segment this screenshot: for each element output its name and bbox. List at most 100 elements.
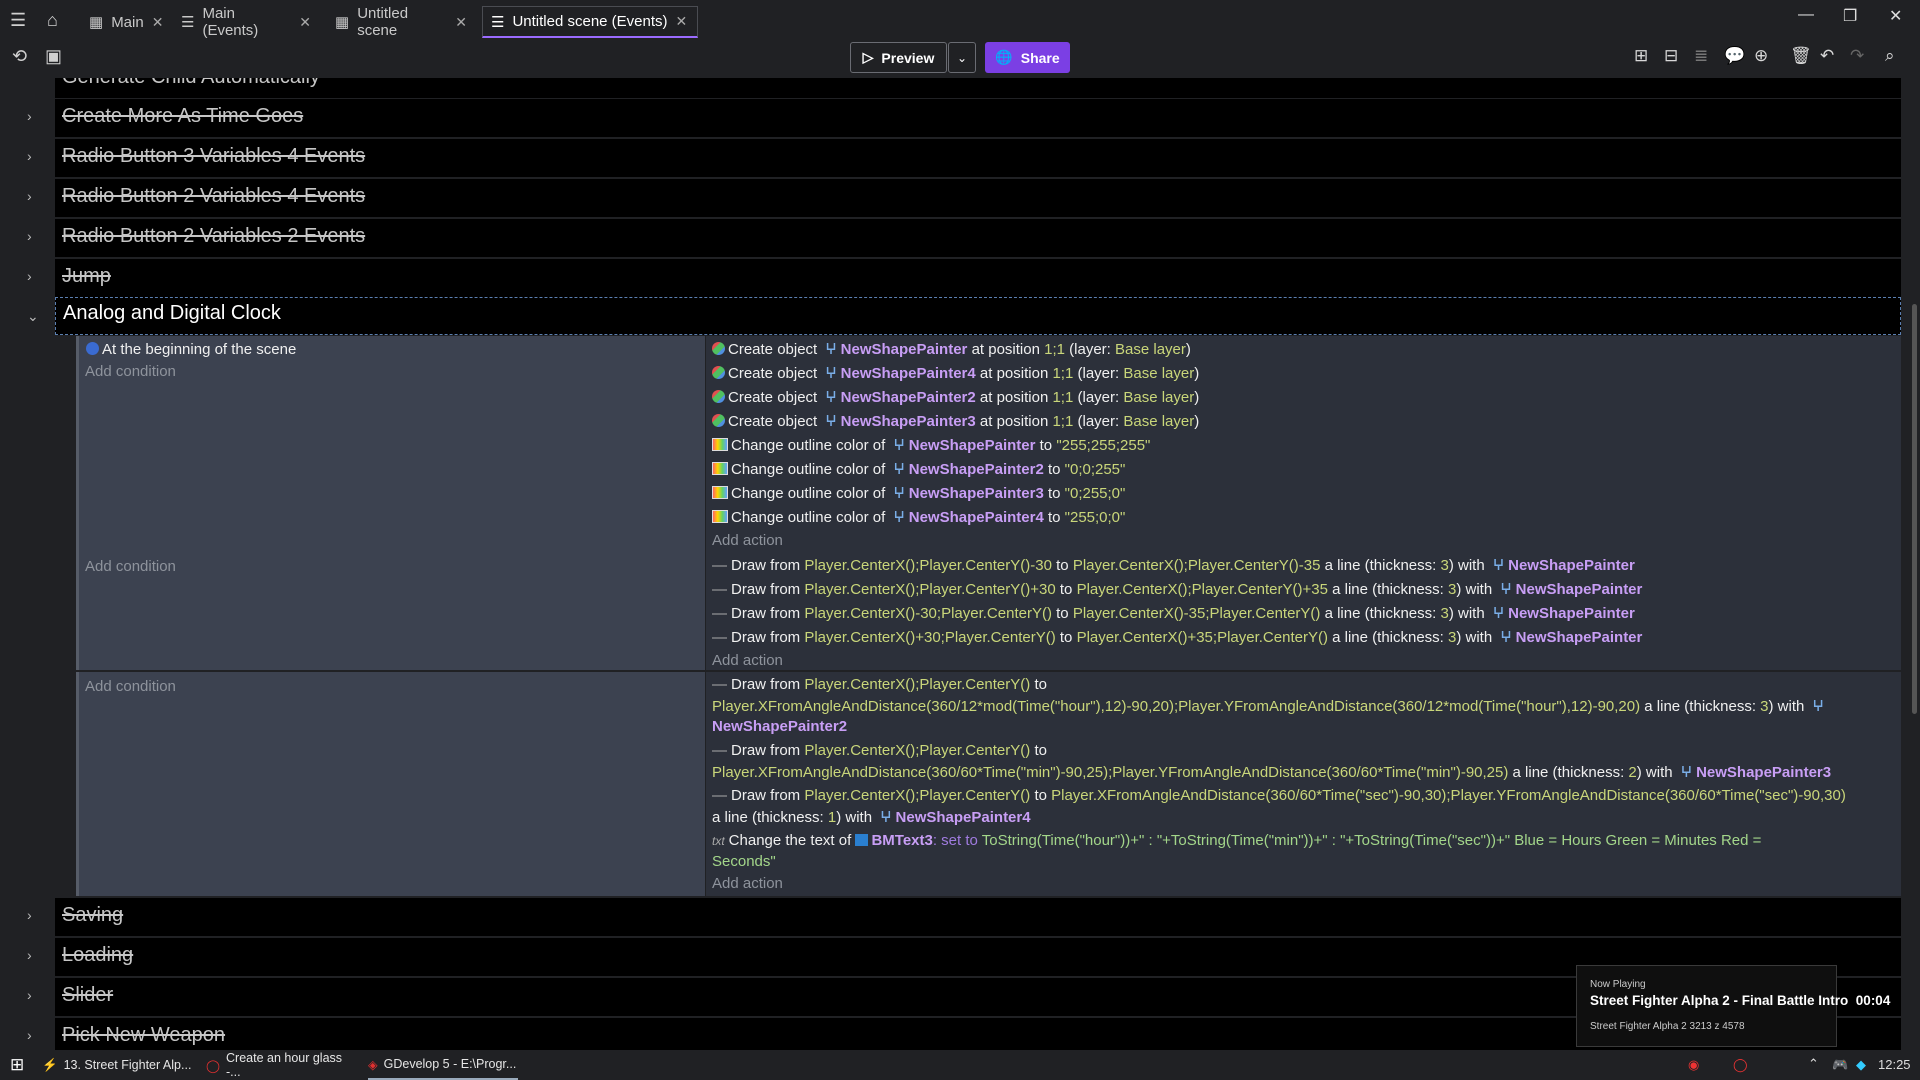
undo-icon[interactable]: ↶ [1820, 46, 1834, 66]
close-tab-icon[interactable]: ✕ [299, 14, 311, 31]
action-line[interactable]: Change outline color of ⵖ NewShapePainter… [712, 436, 1150, 454]
home-icon[interactable]: ⌂ [47, 10, 58, 31]
close-tab-icon[interactable]: ✕ [455, 14, 467, 31]
taskbar-app[interactable]: ⚡ 13. Street Fighter Alp... [42, 1050, 194, 1080]
hamburger-menu-icon[interactable]: ☰ [10, 10, 26, 31]
taskbar: ⊞ ⚡ 13. Street Fighter Alp... ◯ Create an … [0, 1050, 1920, 1080]
action-line[interactable]: Create object ⵖ NewShapePainter at positi… [712, 340, 1191, 358]
chevron-right-icon[interactable]: › [27, 987, 32, 1003]
chevron-right-icon[interactable]: › [27, 268, 32, 284]
redo-icon[interactable]: ↷ [1850, 46, 1864, 66]
event-group-open[interactable]: Analog and Digital Clock [55, 297, 1901, 335]
history-icon[interactable]: ⟲ [12, 46, 27, 67]
taskbar-app-active[interactable]: ◈ GDevelop 5 - E:\Progr... [368, 1050, 518, 1080]
action-line[interactable]: — Draw from Player.CenterX();Player.Cente… [712, 580, 1642, 598]
chevron-right-icon[interactable]: › [27, 228, 32, 244]
tab-untitled-scene-events[interactable]: ☰ Untitled scene (Events) ✕ [482, 6, 698, 38]
add-action-link[interactable]: Add action [712, 875, 783, 892]
comment-icon[interactable]: 💬 [1724, 46, 1745, 66]
action-line[interactable]: Create object ⵖ NewShapePainter4 at posit… [712, 364, 1199, 382]
search-icon[interactable]: ⌕ [1885, 46, 1895, 66]
action-line[interactable]: Create object ⵖ NewShapePainter3 at posit… [712, 412, 1199, 430]
shape-painter-icon: ⵖ [1812, 698, 1824, 715]
event-group[interactable]: Radio Button 3 Variables 4 Events [55, 139, 1901, 177]
action-line-cont[interactable]: Seconds" [712, 853, 776, 870]
share-button[interactable]: 🌐 Share [985, 42, 1070, 73]
action-line[interactable]: — Draw from Player.CenterX();Player.Cente… [712, 676, 1047, 693]
event-group[interactable]: Jump [55, 259, 1901, 297]
shape-painter-icon: ⵖ [1500, 629, 1512, 646]
close-tab-icon[interactable]: ✕ [676, 13, 688, 30]
chevron-right-icon[interactable]: › [27, 148, 32, 164]
conditions-column[interactable]: Add condition [76, 672, 705, 896]
preview-button[interactable]: ▷ Preview [850, 42, 947, 73]
action-line-cont[interactable]: Player.XFromAngleAndDistance(360/60*Time… [712, 763, 1831, 781]
scrollbar-thumb[interactable] [1912, 304, 1917, 714]
action-line[interactable]: txt Change the text of BMText3: set to To… [712, 832, 1761, 849]
save-icon[interactable]: ▣ [45, 46, 62, 67]
taskbar-app[interactable]: ◯ Create an hour glass -... [206, 1050, 356, 1080]
clock[interactable]: 12:25 [1878, 1057, 1911, 1072]
event-group[interactable]: Radio Button 2 Variables 2 Events [55, 219, 1901, 257]
vertical-scrollbar[interactable] [1909, 78, 1920, 1050]
add-condition-link[interactable]: Add condition [85, 678, 176, 695]
chevron-down-icon: ⌄ [956, 50, 968, 65]
line-icon: — [712, 629, 727, 646]
chevron-right-icon[interactable]: › [27, 947, 32, 963]
actions-column[interactable]: — Draw from Player.CenterX();Player.Cente… [706, 552, 1901, 670]
tray-icon[interactable]: ◆ [1856, 1057, 1866, 1073]
add-action-link[interactable]: Add action [712, 652, 783, 669]
chevron-right-icon[interactable]: › [27, 188, 32, 204]
tray-opera-icon[interactable]: ◯ [1733, 1057, 1748, 1073]
tray-app-icon[interactable]: ◉ [1688, 1057, 1699, 1073]
action-line[interactable]: Create object ⵖ NewShapePainter2 at posit… [712, 388, 1199, 406]
gamepad-icon[interactable]: 🎮 [1832, 1057, 1848, 1073]
action-line-cont[interactable]: Player.XFromAngleAndDistance(360/12*mod(… [712, 697, 1828, 715]
tab-main-events[interactable]: ☰ Main (Events) ✕ [172, 5, 320, 39]
chevron-up-icon[interactable]: ⌃ [1808, 1056, 1819, 1072]
close-tab-icon[interactable]: ✕ [152, 14, 164, 31]
add-subevent-icon[interactable]: ⊟ [1664, 46, 1678, 66]
action-line-cont[interactable]: NewShapePainter2 [712, 718, 847, 735]
shape-painter-icon: ⵖ [825, 341, 837, 358]
close-window-icon[interactable]: ✕ [1889, 6, 1902, 26]
chevron-right-icon[interactable]: › [27, 1027, 32, 1043]
shape-painter-icon: ⵖ [1680, 764, 1693, 781]
chevron-right-icon[interactable]: › [27, 907, 32, 923]
event-group[interactable]: Generate Child Automatically [55, 78, 1901, 98]
add-action-link[interactable]: Add action [712, 532, 783, 549]
event-group[interactable]: Radio Button 2 Variables 4 Events [55, 179, 1901, 217]
conditions-column[interactable]: Add condition [76, 552, 705, 670]
app-icon: ⚡ [42, 1057, 58, 1072]
actions-column[interactable]: — Draw from Player.CenterX();Player.Cente… [706, 672, 1901, 896]
condition-line[interactable]: At the beginning of the scene [86, 341, 296, 358]
color-icon [712, 462, 728, 475]
add-event-icon[interactable]: ⊞ [1634, 46, 1648, 66]
action-line[interactable]: — Draw from Player.CenterX();Player.Cente… [712, 787, 1846, 804]
restore-icon[interactable]: ❐ [1843, 6, 1857, 26]
event-group[interactable]: Create More As Time Goes [55, 99, 1901, 137]
tab-untitled-scene[interactable]: ▦ Untitled scene ✕ [326, 5, 476, 39]
minimize-icon[interactable]: — [1798, 6, 1814, 24]
add-condition-link[interactable]: Add condition [85, 558, 176, 575]
action-line[interactable]: Change outline color of ⵖ NewShapePainter… [712, 508, 1125, 526]
preview-dropdown-button[interactable]: ⌄ [948, 42, 976, 73]
tab-main[interactable]: ▦ Main ✕ [80, 6, 165, 38]
add-icon[interactable]: ⊕ [1754, 46, 1768, 66]
action-line-cont[interactable]: a line (thickness: 1) with ⵖ NewShapePain… [712, 808, 1031, 826]
action-line[interactable]: — Draw from Player.CenterX();Player.Cente… [712, 556, 1635, 574]
event-group[interactable]: Saving [55, 898, 1901, 936]
chevron-down-icon[interactable]: ⌄ [27, 308, 39, 325]
windows-start-icon[interactable]: ⊞ [10, 1055, 24, 1075]
shape-painter-icon: ⵖ [1492, 557, 1505, 574]
action-line[interactable]: Change outline color of ⵖ NewShapePainter… [712, 484, 1125, 502]
action-line[interactable]: Change outline color of ⵖ NewShapePainter… [712, 460, 1125, 478]
action-line[interactable]: — Draw from Player.CenterX()-30;Player.Ce… [712, 604, 1635, 622]
add-condition-link[interactable]: Add condition [85, 363, 176, 380]
gdevelop-icon: ◈ [368, 1057, 378, 1072]
action-line[interactable]: — Draw from Player.CenterX()+30;Player.Ce… [712, 628, 1642, 646]
add-group-icon[interactable]: ≣ [1694, 46, 1708, 66]
action-line[interactable]: — Draw from Player.CenterX();Player.Cente… [712, 742, 1047, 759]
chevron-right-icon[interactable]: › [27, 108, 32, 124]
delete-icon[interactable]: 🗑 [1790, 46, 1812, 66]
